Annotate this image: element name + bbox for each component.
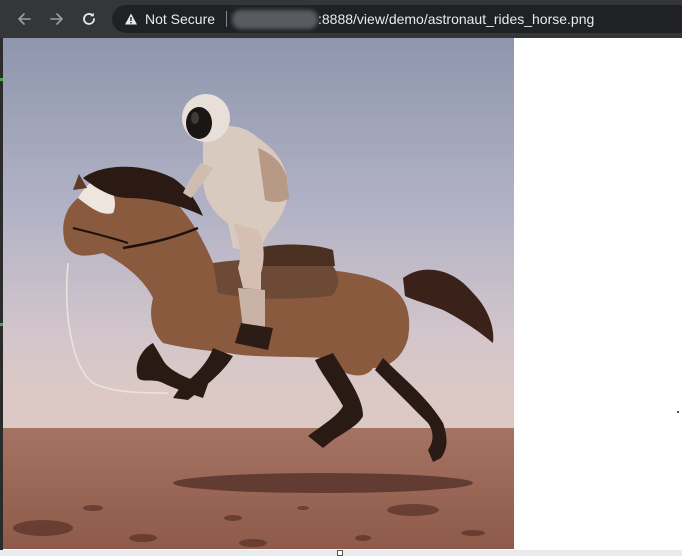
page-dot bbox=[677, 411, 679, 413]
warning-triangle-icon[interactable] bbox=[124, 12, 138, 26]
reload-icon bbox=[83, 12, 95, 25]
astronaut-horse-image[interactable] bbox=[3, 38, 514, 549]
horse-shadow bbox=[173, 473, 473, 493]
address-divider bbox=[226, 11, 227, 27]
address-bar[interactable]: Not Secure :8888/view/demo/astronaut_rid… bbox=[112, 5, 682, 33]
forward-button[interactable] bbox=[45, 7, 69, 31]
back-arrow-icon bbox=[18, 13, 31, 25]
forward-arrow-icon bbox=[50, 13, 63, 25]
browser-toolbar: Not Secure :8888/view/demo/astronaut_rid… bbox=[0, 0, 682, 38]
page-viewport bbox=[3, 38, 682, 550]
url-text[interactable]: :8888/view/demo/astronaut_rides_horse.pn… bbox=[318, 11, 594, 27]
security-status-label[interactable]: Not Secure bbox=[145, 11, 215, 27]
back-button[interactable] bbox=[12, 7, 36, 31]
reload-button[interactable] bbox=[77, 7, 101, 31]
redacted-host bbox=[232, 10, 318, 29]
resize-handle[interactable] bbox=[337, 550, 343, 556]
